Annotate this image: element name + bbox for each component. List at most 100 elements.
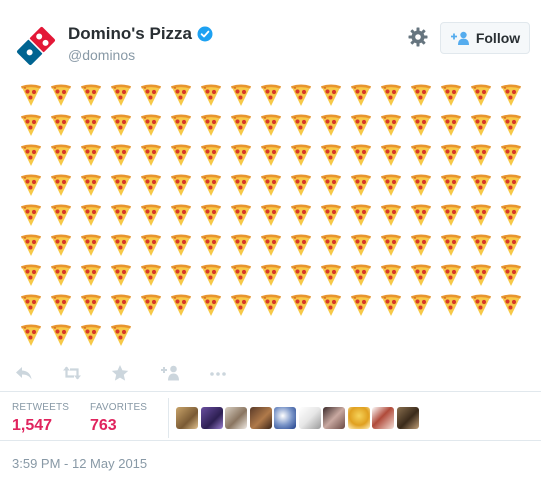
pizza-emoji <box>46 80 76 110</box>
pizza-emoji <box>286 80 316 110</box>
avatar[interactable] <box>274 407 296 429</box>
pizza-emoji <box>106 140 136 170</box>
pizza-emoji <box>286 200 316 230</box>
pizza-emoji <box>226 260 256 290</box>
pizza-emoji <box>16 260 46 290</box>
pizza-emoji <box>106 260 136 290</box>
account-handle[interactable]: @dominos <box>68 47 213 63</box>
pizza-emoji <box>376 170 406 200</box>
pizza-emoji <box>436 110 466 140</box>
pizza-emoji <box>76 140 106 170</box>
pizza-emoji <box>466 260 496 290</box>
pizza-emoji <box>376 230 406 260</box>
pizza-emoji <box>256 200 286 230</box>
pizza-emoji <box>286 140 316 170</box>
pizza-emoji <box>226 200 256 230</box>
pizza-emoji <box>256 230 286 260</box>
pizza-emoji <box>466 230 496 260</box>
pizza-emoji <box>76 200 106 230</box>
pizza-emoji <box>16 230 46 260</box>
follow-plus-icon[interactable] <box>160 364 180 382</box>
pizza-emoji <box>136 230 166 260</box>
stats-separator <box>168 398 169 438</box>
pizza-emoji <box>466 110 496 140</box>
pizza-emoji <box>166 110 196 140</box>
avatar[interactable] <box>396 407 419 429</box>
retweet-icon[interactable] <box>62 364 82 382</box>
avatar[interactable] <box>323 407 345 429</box>
pizza-emoji <box>346 140 376 170</box>
pizza-emoji <box>376 260 406 290</box>
pizza-emoji <box>196 110 226 140</box>
pizza-emoji <box>286 170 316 200</box>
pizza-emoji <box>496 290 526 320</box>
pizza-emoji <box>196 80 226 110</box>
avatar[interactable] <box>225 407 247 429</box>
pizza-emoji <box>76 170 106 200</box>
pizza-emoji <box>16 170 46 200</box>
pizza-emoji <box>46 260 76 290</box>
pizza-emoji <box>256 260 286 290</box>
avatar[interactable] <box>176 407 198 429</box>
gear-icon[interactable] <box>408 27 428 47</box>
pizza-emoji <box>76 230 106 260</box>
reply-icon[interactable] <box>14 364 34 382</box>
pizza-emoji <box>16 290 46 320</box>
pizza-emoji <box>376 80 406 110</box>
tweet-timestamp[interactable]: 3:59 PM - 12 May 2015 <box>12 456 147 471</box>
pizza-emoji <box>16 200 46 230</box>
pizza-emoji <box>316 230 346 260</box>
pizza-emoji <box>166 170 196 200</box>
pizza-emoji <box>286 290 316 320</box>
pizza-emoji <box>46 320 76 350</box>
avatar[interactable] <box>200 407 223 429</box>
pizza-emoji <box>466 140 496 170</box>
dominos-logo[interactable] <box>12 22 60 70</box>
pizza-emoji <box>166 140 196 170</box>
display-name[interactable]: Domino's Pizza <box>68 24 192 44</box>
pizza-emoji <box>496 80 526 110</box>
pizza-emoji <box>436 80 466 110</box>
pizza-emoji <box>496 170 526 200</box>
pizza-emoji <box>346 260 376 290</box>
pizza-emoji <box>226 290 256 320</box>
pizza-emoji <box>136 170 166 200</box>
avatar[interactable] <box>298 407 321 429</box>
pizza-emoji <box>496 140 526 170</box>
pizza-emoji <box>196 140 226 170</box>
pizza-emoji <box>46 230 76 260</box>
pizza-emoji <box>196 170 226 200</box>
favorite-star-icon[interactable] <box>110 364 130 382</box>
favorites-stat[interactable]: FAVORITES 763 <box>90 402 147 435</box>
account-name-block[interactable]: Domino's Pizza @dominos <box>68 24 213 63</box>
pizza-emoji <box>316 140 346 170</box>
pizza-emoji <box>106 320 136 350</box>
avatar[interactable] <box>249 407 272 429</box>
pizza-emoji <box>196 200 226 230</box>
pizza-emoji <box>496 110 526 140</box>
pizza-emoji <box>436 230 466 260</box>
pizza-emoji <box>136 200 166 230</box>
pizza-emoji <box>346 80 376 110</box>
retweets-stat[interactable]: RETWEETS 1,547 <box>12 402 69 435</box>
pizza-emoji <box>316 170 346 200</box>
pizza-emoji <box>316 290 346 320</box>
pizza-emoji <box>166 260 196 290</box>
more-icon[interactable] <box>208 364 228 382</box>
pizza-emoji <box>76 320 106 350</box>
pizza-emoji <box>346 290 376 320</box>
tweet-header: Domino's Pizza @dominos Follow <box>12 16 532 66</box>
pizza-emoji <box>76 80 106 110</box>
pizza-emoji <box>106 80 136 110</box>
pizza-emoji <box>436 170 466 200</box>
pizza-emoji <box>376 110 406 140</box>
follow-button[interactable]: Follow <box>440 22 530 54</box>
pizza-emoji <box>436 290 466 320</box>
avatar[interactable] <box>372 407 394 429</box>
pizza-emoji <box>16 110 46 140</box>
favorites-count: 763 <box>90 417 117 434</box>
avatar[interactable] <box>347 407 370 429</box>
pizza-emoji <box>136 260 166 290</box>
pizza-emoji <box>316 110 346 140</box>
pizza-emoji <box>256 170 286 200</box>
